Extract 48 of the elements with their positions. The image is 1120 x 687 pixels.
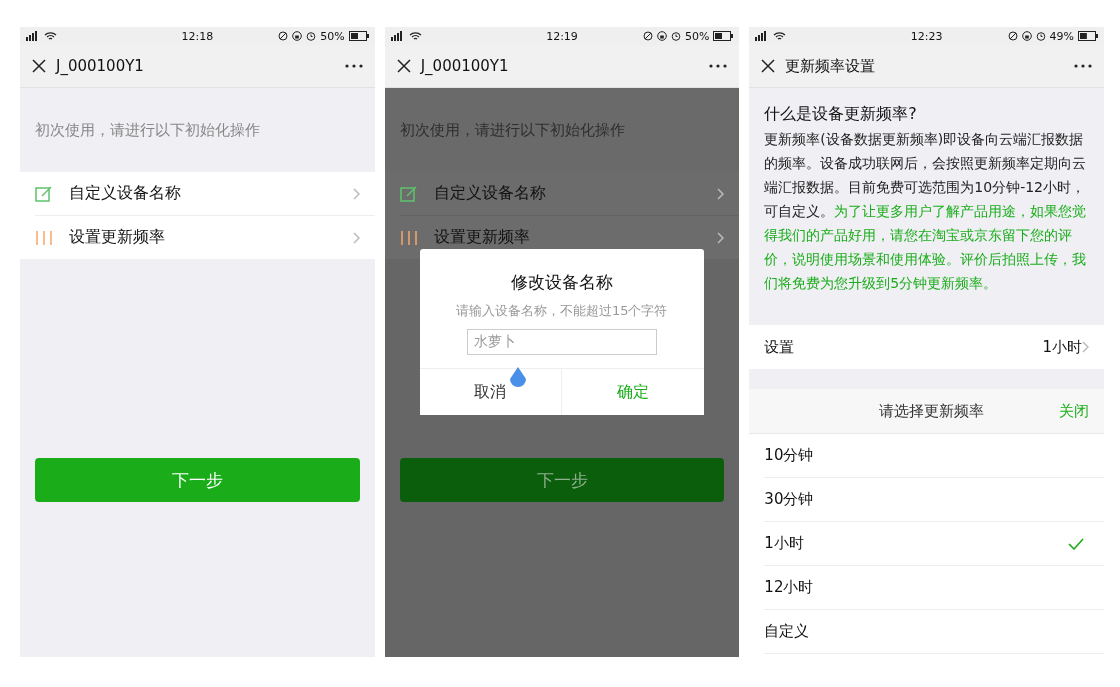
- info-heading: 什么是设备更新频率?: [764, 104, 918, 125]
- bars-icon: [35, 229, 53, 246]
- battery-icon: [1078, 31, 1098, 41]
- chevron-right-icon: [352, 187, 360, 200]
- signal-icon: [390, 31, 405, 41]
- setting-row[interactable]: 设置 1小时: [749, 325, 1104, 369]
- edit-icon: [399, 184, 418, 203]
- info-paragraph: 更新频率(设备数据更新频率)即设备向云端汇报数据的频率。设备成功联网后，会按照更新频率定期向云端汇报数据。目前免费可选范围为10分钟-12小时，可自定义。为了让更多用户了解产品用途，如果您觉得我们的产品好用，请您在淘宝或京东留下您的评价，说明使用场景和使用体验。评价后拍照上传，我们将免费为您升级到5分钟更新频率。: [764, 130, 1088, 293]
- battery-icon: [348, 31, 369, 41]
- intro-text: 初次使用，请进行以下初始化操作: [35, 120, 260, 140]
- edit-icon: [35, 184, 53, 203]
- menu-item[interactable]: 自定义设备名称: [399, 172, 740, 216]
- close-icon[interactable]: [396, 59, 411, 73]
- close-icon[interactable]: [32, 59, 46, 73]
- page-title: 更新频率设置: [785, 56, 877, 76]
- battery-percent: 50%: [684, 29, 710, 43]
- setting-value: 1小时: [1042, 337, 1082, 357]
- page-title: J_000100Y1: [56, 57, 145, 75]
- battery-percent: 49%: [1049, 29, 1074, 43]
- wifi-icon: [408, 31, 422, 41]
- close-icon[interactable]: [761, 59, 776, 73]
- battery-percent: 50%: [320, 29, 345, 43]
- chevron-right-icon: [717, 187, 725, 200]
- chevron-right-icon: [717, 231, 725, 244]
- picker-title: 请选择更新频率: [878, 401, 986, 421]
- chevron-right-icon: [352, 231, 360, 244]
- menu-item[interactable]: 设置更新频率: [35, 216, 375, 259]
- more-icon[interactable]: [1074, 64, 1092, 68]
- dialog-hint: 请输入设备名称，不能超过15个字符: [454, 302, 669, 319]
- wifi-icon: [773, 31, 787, 41]
- status-time: 12:23: [910, 29, 943, 43]
- signal-icon: [26, 31, 40, 41]
- status-time: 12:18: [181, 29, 214, 43]
- menu-item[interactable]: 设置更新频率: [399, 216, 740, 259]
- page-title: J_000100Y1: [420, 57, 510, 75]
- more-icon[interactable]: [709, 64, 728, 68]
- intro-text: 初次使用，请进行以下初始化操作: [399, 120, 625, 140]
- more-icon[interactable]: [344, 64, 363, 68]
- alarm-icon: [306, 31, 317, 41]
- wifi-icon: [44, 31, 57, 41]
- chevron-right-icon: [1082, 341, 1089, 353]
- bars-icon: [399, 229, 418, 246]
- menu-item[interactable]: 自定义设备名称: [35, 172, 375, 216]
- status-time: 12:19: [546, 29, 578, 43]
- dialog-title: 修改设备名称: [510, 271, 613, 294]
- battery-icon: [713, 31, 734, 41]
- alarm-icon: [670, 31, 681, 41]
- alarm-icon: [1035, 31, 1046, 41]
